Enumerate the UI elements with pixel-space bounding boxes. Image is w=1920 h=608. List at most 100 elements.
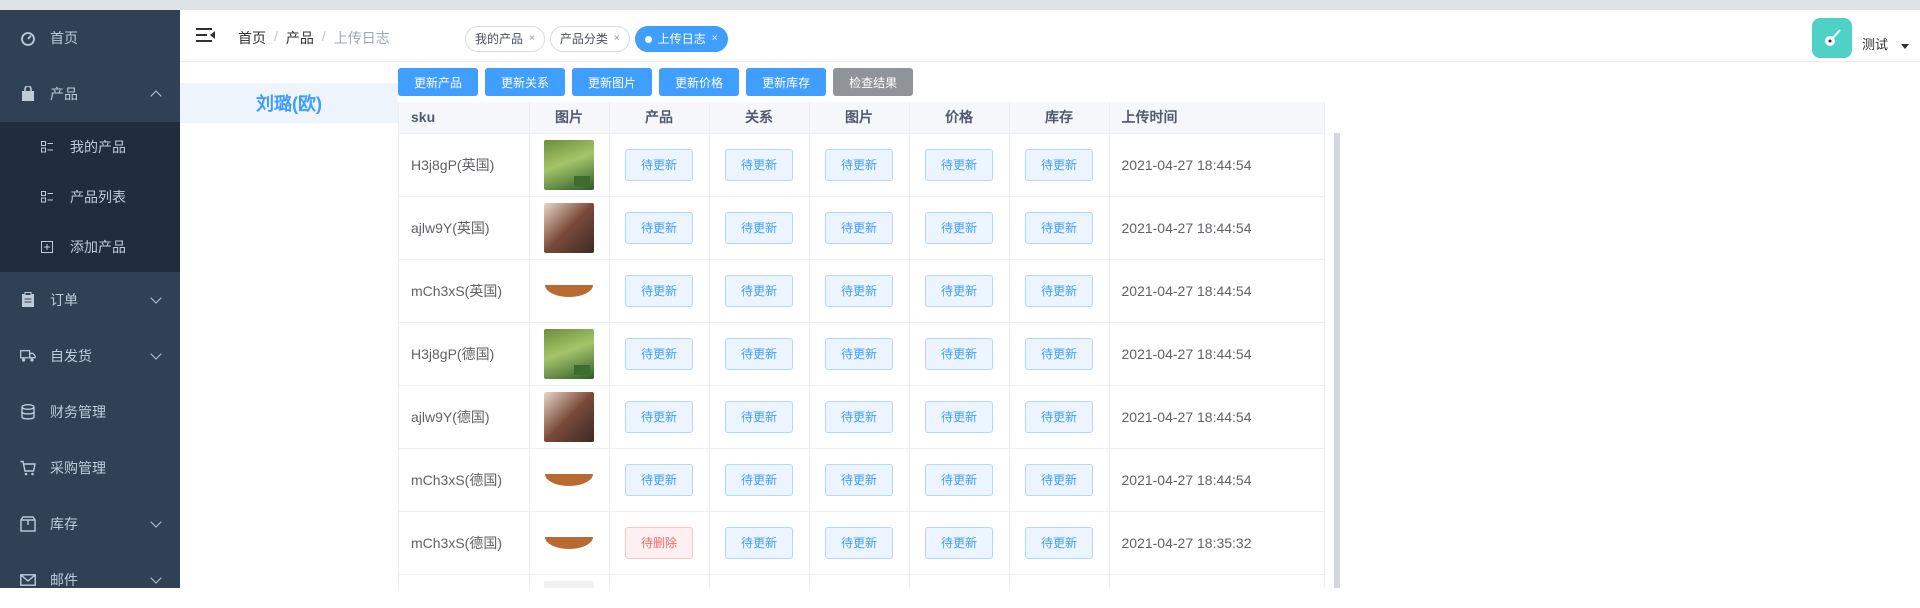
update-relation-button[interactable]: 更新关系 (485, 68, 566, 96)
update-product-button[interactable]: 更新产品 (398, 68, 479, 96)
picture-cell: 待更新 (809, 322, 910, 386)
sidebar-item-my-products[interactable]: 我的产品 (0, 122, 180, 172)
product-status-button[interactable]: 待更新 (624, 211, 693, 244)
chevron-down-icon (150, 516, 162, 528)
relation-status-button[interactable]: 待更新 (724, 274, 793, 307)
hamburger-icon[interactable] (196, 28, 215, 42)
column-header-stock[interactable]: 库存 (1009, 102, 1110, 134)
picture-cell: 待更新 (809, 511, 910, 575)
close-icon[interactable]: × (614, 27, 620, 51)
product-thumbnail[interactable] (544, 202, 594, 253)
sidebar-item-inventory[interactable]: 库存 (0, 496, 180, 552)
relation-status-button[interactable]: 待更新 (724, 337, 793, 370)
upload-log-table: sku 图片 产品 关系 图片 价格 库存 上传时间 H3j8gP(英国) 待更新… (398, 102, 1340, 588)
image-cell (529, 322, 610, 386)
product-cell: 待更新 (609, 322, 710, 386)
bag-icon (20, 86, 36, 102)
tag-product-category[interactable]: 产品分类 × (549, 26, 630, 52)
sidebar-item-product-list[interactable]: 产品列表 (0, 172, 180, 222)
stock-status-button[interactable]: 待更新 (1024, 274, 1093, 307)
relation-status-button[interactable]: 待更新 (724, 400, 793, 433)
relation-status-button[interactable]: 待更新 (724, 148, 793, 181)
column-header-image[interactable]: 图片 (529, 102, 610, 134)
picture-status-button[interactable]: 待更新 (824, 211, 893, 244)
price-status-button[interactable]: 待更新 (924, 337, 993, 370)
product-status-button[interactable]: 待更新 (624, 148, 693, 181)
relation-status-button[interactable]: 待更新 (724, 463, 793, 496)
price-status-button[interactable]: 待更新 (924, 526, 993, 559)
product-status-button[interactable]: 待更新 (624, 463, 693, 496)
product-thumbnail[interactable] (544, 391, 594, 442)
picture-cell: 待更新 (809, 196, 910, 260)
product-status-button[interactable]: 待更新 (624, 274, 693, 307)
stock-status-button[interactable]: 待更新 (1024, 526, 1093, 559)
product-thumbnail[interactable] (544, 328, 594, 379)
sidebar-item-mail[interactable]: 邮件 (0, 552, 180, 608)
breadcrumb-separator: / (274, 28, 278, 44)
price-cell: 待更新 (909, 196, 1010, 260)
column-header-product[interactable]: 产品 (609, 102, 710, 134)
stock-status-button[interactable]: 待更新 (1024, 400, 1093, 433)
product-status-button[interactable]: 待删除 (624, 526, 693, 559)
price-status-button[interactable]: 待更新 (924, 148, 993, 181)
close-icon[interactable]: × (529, 27, 535, 51)
price-status-button[interactable]: 待更新 (924, 274, 993, 307)
product-thumbnail[interactable] (544, 265, 594, 316)
close-icon[interactable]: × (712, 27, 718, 51)
relation-status-button[interactable]: 待更新 (724, 211, 793, 244)
mail-icon (20, 572, 36, 588)
caret-down-icon[interactable] (1901, 44, 1909, 49)
sidebar-item-product[interactable]: 产品 (0, 66, 180, 122)
product-cell: 待更新 (609, 259, 710, 323)
stock-status-button[interactable]: 待更新 (1024, 337, 1093, 370)
stock-status-button[interactable]: 待更新 (1024, 463, 1093, 496)
sidebar-item-finance[interactable]: 财务管理 (0, 384, 180, 440)
sidebar-item-purchase[interactable]: 采购管理 (0, 440, 180, 496)
stock-status-button[interactable]: 待更新 (1024, 148, 1093, 181)
sidebar-item-add-product[interactable]: 添加产品 (0, 222, 180, 272)
database-icon (20, 404, 36, 420)
product-thumbnail[interactable] (544, 454, 594, 505)
table-scrollbar[interactable] (1334, 133, 1340, 588)
picture-status-button[interactable]: 待更新 (824, 148, 893, 181)
avatar[interactable] (1812, 18, 1852, 58)
product-status-button[interactable]: 待更新 (624, 400, 693, 433)
column-header-sku[interactable]: sku (399, 102, 530, 134)
relation-status-button[interactable]: 待更新 (724, 526, 793, 559)
price-status-button[interactable]: 待更新 (924, 211, 993, 244)
price-status-button[interactable]: 待更新 (924, 463, 993, 496)
update-image-button[interactable]: 更新图片 (572, 68, 653, 96)
tags-view: 我的产品 × 产品分类 × 上传日志 × (465, 26, 728, 52)
image-cell (529, 196, 610, 260)
user-name[interactable]: 测试 (1862, 34, 1888, 53)
sidebar-item-self-ship[interactable]: 自发货 (0, 328, 180, 384)
picture-status-button[interactable]: 待更新 (824, 400, 893, 433)
update-stock-button[interactable]: 更新库存 (746, 68, 827, 96)
column-header-relation[interactable]: 关系 (709, 102, 810, 134)
sidebar-item-home[interactable]: 首页 (0, 10, 180, 66)
product-thumbnail[interactable] (544, 517, 594, 568)
list-icon (40, 190, 54, 204)
update-price-button[interactable]: 更新价格 (659, 68, 740, 96)
column-header-picture[interactable]: 图片 (809, 102, 910, 134)
tag-upload-log[interactable]: 上传日志 × (634, 26, 728, 52)
product-thumbnail[interactable] (544, 139, 594, 190)
breadcrumb-home[interactable]: 首页 (238, 28, 266, 48)
product-status-button[interactable]: 待更新 (624, 337, 693, 370)
picture-status-button[interactable]: 待更新 (824, 274, 893, 307)
column-header-price[interactable]: 价格 (909, 102, 1010, 134)
breadcrumb-product[interactable]: 产品 (286, 28, 314, 48)
column-header-upload-time[interactable]: 上传时间 (1109, 102, 1325, 134)
picture-status-button[interactable]: 待更新 (824, 526, 893, 559)
picture-status-button[interactable]: 待更新 (824, 463, 893, 496)
sidebar-subitem-label: 添加产品 (70, 239, 126, 255)
picture-status-button[interactable]: 待更新 (824, 337, 893, 370)
stock-status-button[interactable]: 待更新 (1024, 211, 1093, 244)
price-status-button[interactable]: 待更新 (924, 400, 993, 433)
tag-my-products[interactable]: 我的产品 × (465, 26, 545, 52)
sidebar-item-orders[interactable]: 订单 (0, 272, 180, 328)
picture-cell: 待更新 (809, 385, 910, 449)
check-result-button[interactable]: 检查结果 (833, 68, 914, 96)
category-item-active[interactable]: 刘璐(欧) (180, 83, 398, 123)
product-cell: 待更新 (609, 448, 710, 512)
